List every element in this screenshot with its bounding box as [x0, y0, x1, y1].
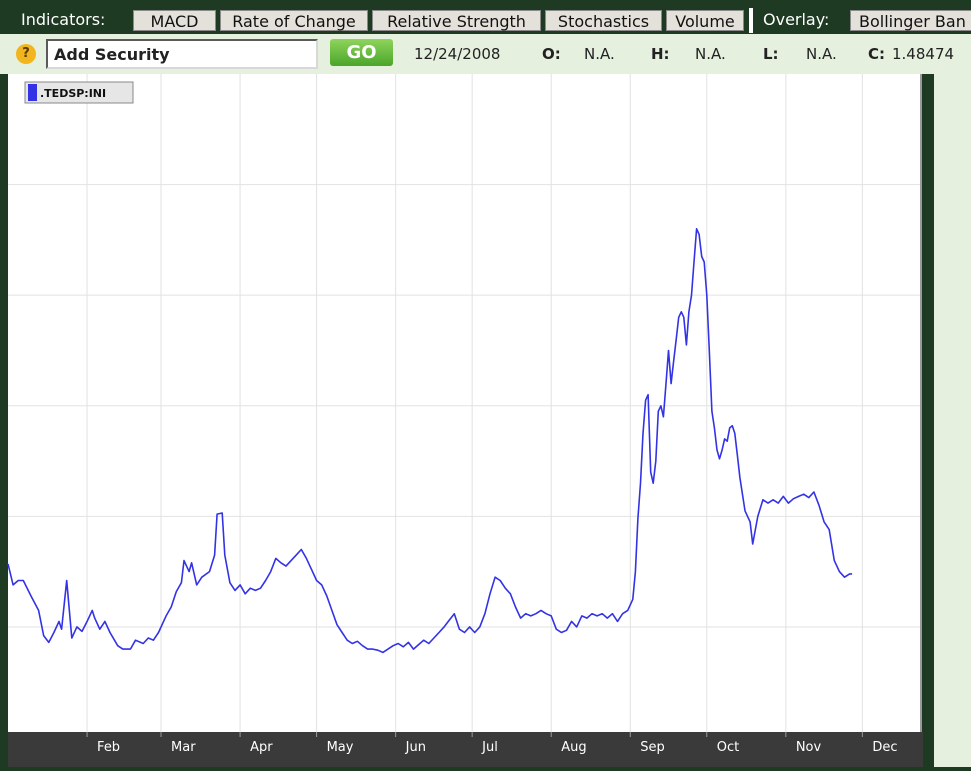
x-tick-label-dec: Dec	[872, 740, 897, 755]
overlay-label: Overlay:	[763, 10, 830, 29]
volume-button[interactable]: Volume	[666, 10, 744, 31]
quote-date: 12/24/2008	[414, 45, 501, 63]
macd-button[interactable]: MACD	[133, 10, 216, 31]
low-value: N.A.	[806, 45, 837, 63]
go-button[interactable]: GO	[330, 39, 393, 66]
relative-strength-button[interactable]: Relative Strength	[372, 10, 541, 31]
chart-area: 12345FebMarAprMayJunJulAugSepOctNovDec.T…	[0, 74, 945, 767]
indicator-toolbar: Indicators: MACD Rate of Change Relative…	[0, 0, 971, 34]
open-label: O:	[542, 45, 561, 63]
x-tick-label-oct: Oct	[717, 740, 739, 755]
legend-label: .TEDSP:INI	[40, 87, 106, 100]
close-value: 1.48474	[892, 45, 955, 63]
help-icon[interactable]: ?	[16, 44, 36, 64]
stochastics-button[interactable]: Stochastics	[545, 10, 662, 31]
right-panel	[934, 74, 971, 767]
toolbar-separator	[749, 8, 753, 33]
x-axis-bar	[8, 732, 923, 767]
x-tick-label-nov: Nov	[796, 740, 822, 755]
x-tick-label-jun: Jun	[405, 740, 426, 755]
x-tick-label-jul: Jul	[481, 740, 498, 755]
add-security-input[interactable]	[46, 39, 318, 69]
close-label: C:	[868, 45, 886, 63]
high-label: H:	[651, 45, 670, 63]
indicators-label: Indicators:	[21, 10, 106, 29]
legend-swatch	[28, 84, 37, 101]
open-value: N.A.	[584, 45, 615, 63]
ted-spread-chart: 12345FebMarAprMayJunJulAugSepOctNovDec.T…	[7, 74, 945, 767]
x-tick-label-apr: Apr	[250, 740, 273, 755]
x-tick-label-aug: Aug	[561, 740, 586, 755]
x-tick-label-mar: Mar	[171, 740, 196, 755]
high-value: N.A.	[695, 45, 726, 63]
low-label: L:	[763, 45, 779, 63]
bollinger-bands-button[interactable]: Bollinger Ban	[850, 10, 971, 31]
rate-of-change-button[interactable]: Rate of Change	[220, 10, 368, 31]
x-tick-label-feb: Feb	[97, 740, 120, 755]
x-tick-label-may: May	[327, 740, 354, 755]
plot-background	[8, 74, 921, 732]
security-info-bar: ? GO 12/24/2008 O: N.A. H: N.A. L: N.A. …	[0, 34, 971, 74]
x-tick-label-sep: Sep	[640, 740, 665, 755]
